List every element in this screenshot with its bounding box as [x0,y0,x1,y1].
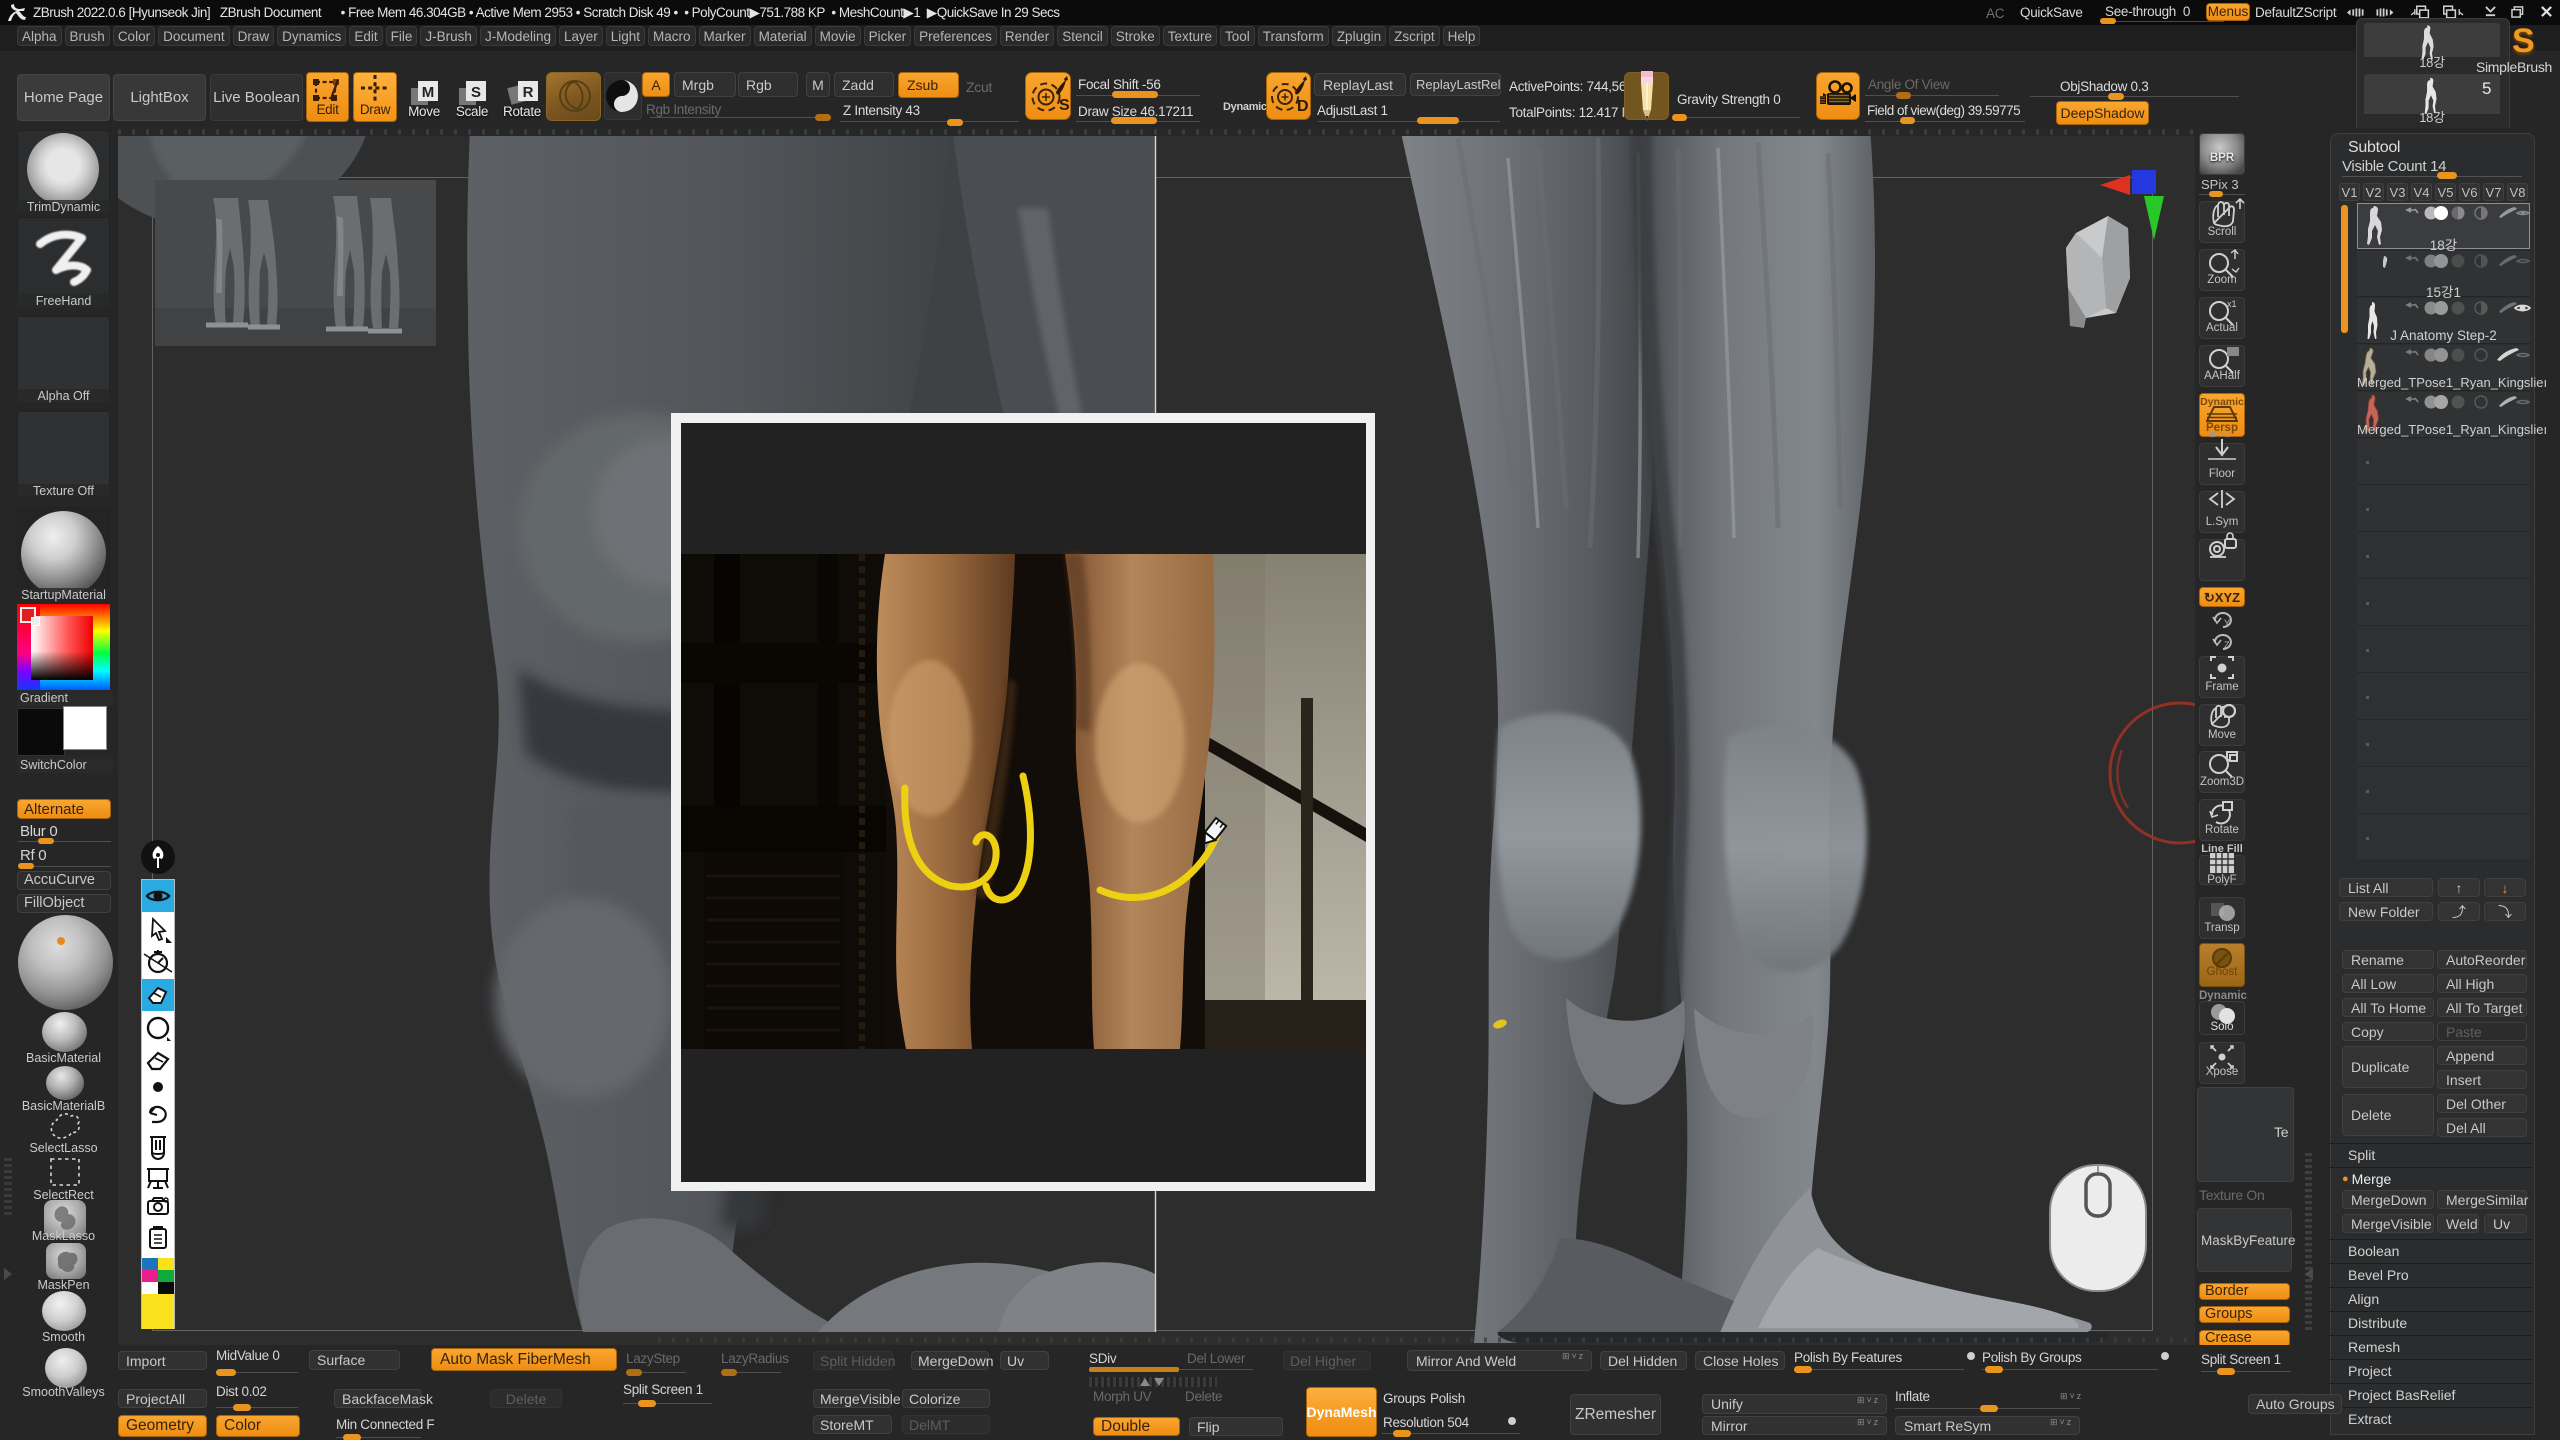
svg-text:x1: x1 [2227,299,2237,309]
svg-text:S: S [471,84,481,101]
svg-text:⊞ Y Z: ⊞ Y Z [2209,430,2230,439]
svg-text:S: S [1059,97,1070,114]
svg-text:M: M [422,84,435,101]
svg-text:D: D [1297,98,1309,115]
svg-text:R: R [523,84,534,101]
